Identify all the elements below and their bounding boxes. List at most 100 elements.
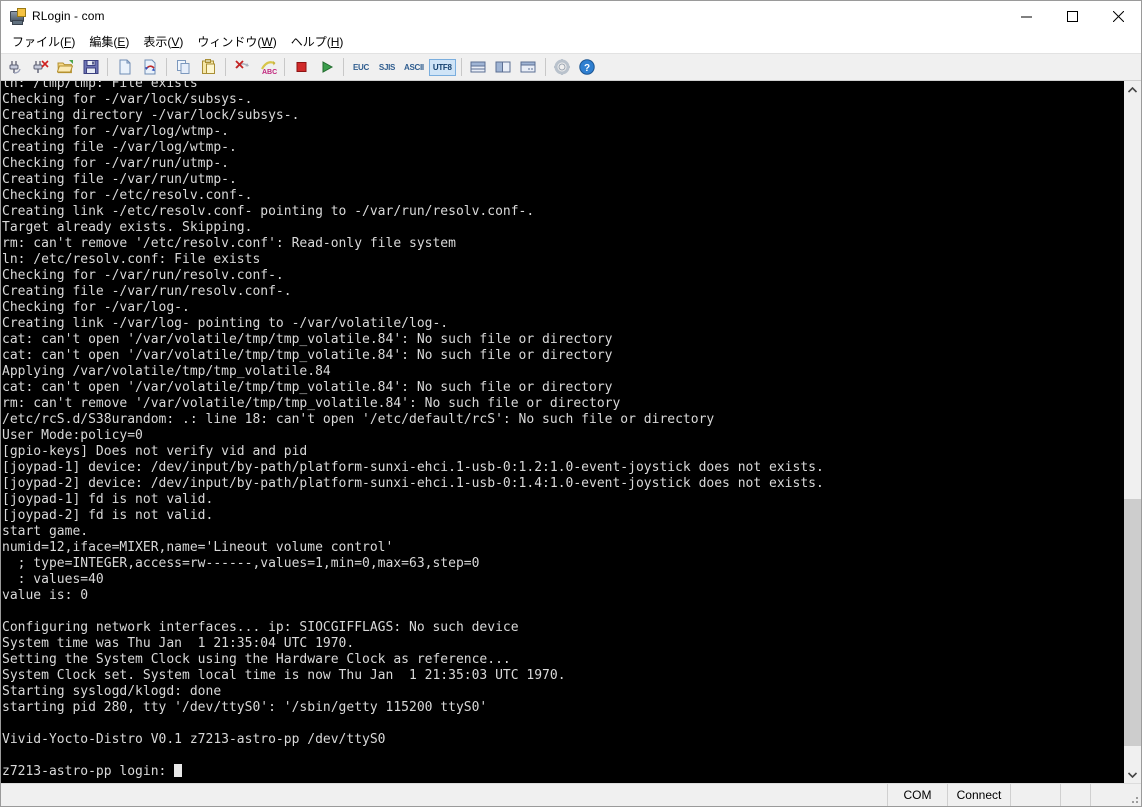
minimize-icon[interactable]: [1003, 1, 1049, 31]
terminal-line: /etc/rcS.d/S38urandom: .: line 18: can't…: [2, 412, 715, 427]
menu-edit[interactable]: 編集(E): [82, 31, 136, 52]
terminal-line: numid=12,iface=MIXER,name='Lineout volum…: [2, 540, 394, 555]
terminal-line: [joypad-1] device: /dev/input/by-path/pl…: [2, 460, 824, 475]
abc-macro-icon[interactable]: ABC: [256, 56, 279, 78]
svg-text:ABC: ABC: [262, 69, 277, 76]
status-blank-1: [1010, 784, 1060, 806]
connect-icon[interactable]: [4, 56, 27, 78]
terminal-line: [gpio-keys] Does not verify vid and pid: [2, 444, 308, 459]
close-icon[interactable]: [1095, 1, 1141, 31]
terminal-line: [joypad-2] fd is not valid.: [2, 508, 214, 523]
terminal-line: Creating link -/etc/resolv.conf- pointin…: [2, 204, 535, 219]
resize-grip-icon[interactable]: [1123, 784, 1141, 806]
toolbar-separator: [284, 58, 285, 76]
open-folder-icon[interactable]: [54, 56, 77, 78]
stop-icon[interactable]: [290, 56, 313, 78]
menu-file[interactable]: ファイル(F): [5, 31, 82, 52]
window-title: RLogin - com: [32, 9, 105, 23]
svg-text:?: ?: [584, 63, 590, 74]
status-connect[interactable]: Connect: [947, 784, 1010, 806]
toolbar-separator: [107, 58, 108, 76]
terminal-window-icon: [9, 8, 26, 25]
encoding-sjis-button[interactable]: SJIS: [375, 59, 399, 76]
terminal-line: cat: can't open '/var/volatile/tmp/tmp_v…: [2, 332, 613, 347]
reload-icon[interactable]: [138, 56, 161, 78]
terminal-line: ln: /etc/resolv.conf: File exists: [2, 252, 261, 267]
terminal-line: Checking for -/var/run/utmp-.: [2, 156, 229, 171]
terminal-line: Creating file -/var/run/resolv.conf-.: [2, 284, 292, 299]
terminal-line: rm: can't remove '/var/volatile/tmp/tmp_…: [2, 396, 621, 411]
terminal-line: Setting the System Clock using the Hardw…: [2, 652, 511, 667]
terminal-prompt-line: z7213-astro-pp login:: [2, 764, 1123, 780]
run-icon[interactable]: [315, 56, 338, 78]
toolbar-separator: [343, 58, 344, 76]
title-bar: RLogin - com: [1, 1, 1141, 31]
copy-icon[interactable]: [172, 56, 195, 78]
new-file-icon[interactable]: [113, 56, 136, 78]
help-icon[interactable]: ?: [576, 56, 599, 78]
disconnect-icon[interactable]: [29, 56, 52, 78]
menu-view-label: 表示(: [143, 35, 172, 49]
save-icon[interactable]: [79, 56, 102, 78]
terminal-line: Configuring network interfaces... ip: SI…: [2, 620, 519, 635]
terminal-area: ln: /tmp/tmp: File exists Checking for -/…: [1, 81, 1141, 783]
terminal-line: Checking for -/etc/resolv.conf-.: [2, 188, 253, 203]
terminal-line: Checking for -/var/run/resolv.conf-.: [2, 268, 284, 283]
terminal-output[interactable]: ln: /tmp/tmp: File exists Checking for -/…: [1, 81, 1123, 783]
menu-view[interactable]: 表示(V): [136, 31, 190, 52]
terminal-line: [joypad-1] fd is not valid.: [2, 492, 214, 507]
menu-edit-label: 編集(: [89, 35, 118, 49]
terminal-line: Checking for -/var/lock/subsys-.: [2, 92, 253, 107]
login-prompt-text: z7213-astro-pp login:: [2, 764, 175, 779]
toolbar: ABC EUC SJIS ASCII UTF8 ?: [1, 53, 1141, 81]
toolbar-separator: [460, 58, 462, 76]
terminal-line: Creating link -/var/log- pointing to -/v…: [2, 316, 449, 331]
maximize-icon[interactable]: [1049, 1, 1095, 31]
terminal-line: cat: can't open '/var/volatile/tmp/tmp_v…: [2, 380, 613, 395]
terminal-line: ; type=INTEGER,access=rw------,values=1,…: [2, 556, 480, 571]
terminal-line: System Clock set. System local time is n…: [2, 668, 566, 683]
terminal-line: ln: /tmp/tmp: File exists: [2, 81, 198, 91]
menu-window-mnemonic: W: [261, 35, 273, 49]
settings-gear-icon[interactable]: [551, 56, 574, 78]
terminal-line: Creating file -/var/log/wtmp-.: [2, 140, 237, 155]
menu-help[interactable]: ヘルプ(H): [284, 31, 351, 52]
clear-screen-icon[interactable]: [231, 56, 254, 78]
encoding-euc-button[interactable]: EUC: [349, 59, 373, 76]
terminal-line: cat: can't open '/var/volatile/tmp/tmp_v…: [2, 348, 613, 363]
terminal-line: Vivid-Yocto-Distro V0.1 z7213-astro-pp /…: [2, 732, 386, 747]
paste-icon[interactable]: [197, 56, 220, 78]
toolbar-separator: [544, 58, 546, 76]
encoding-utf8-button[interactable]: UTF8: [428, 58, 456, 76]
encoding-ascii-button[interactable]: ASCII: [401, 59, 427, 76]
status-bar: COM Connect: [1, 783, 1141, 806]
terminal-line: start game.: [2, 524, 89, 539]
toolbar-separator: [225, 58, 226, 76]
terminal-line: [joypad-2] device: /dev/input/by-path/pl…: [2, 476, 824, 491]
split-horizontal-icon[interactable]: [467, 56, 490, 78]
terminal-line: rm: can't remove '/etc/resolv.conf': Rea…: [2, 236, 456, 251]
scrollbar-thumb[interactable]: [1124, 498, 1141, 746]
pane-layout-icon[interactable]: [517, 56, 540, 78]
terminal-line: System time was Thu Jan 1 21:35:04 UTC 1…: [2, 636, 355, 651]
scroll-down-icon[interactable]: [1124, 766, 1141, 783]
terminal-line: Checking for -/var/log/wtmp-.: [2, 124, 229, 139]
toolbar-separator: [166, 58, 167, 76]
terminal-line: Applying /var/volatile/tmp/tmp_volatile.…: [2, 364, 331, 379]
terminal-line: Creating directory -/var/lock/subsys-.: [2, 108, 300, 123]
scroll-up-icon[interactable]: [1124, 81, 1141, 98]
scrollbar-track[interactable]: [1124, 98, 1141, 766]
terminal-line: Creating file -/var/run/utmp-.: [2, 172, 237, 187]
menu-bar: ファイル(F) 編集(E) 表示(V) ウィンドウ(W) ヘルプ(H): [1, 31, 1141, 53]
split-vertical-icon[interactable]: [492, 56, 515, 78]
vertical-scrollbar[interactable]: [1123, 81, 1141, 783]
terminal-line: User Mode:policy=0: [2, 428, 143, 443]
menu-window[interactable]: ウィンドウ(W): [190, 31, 283, 52]
terminal-line: starting pid 280, tty '/dev/ttyS0': '/sb…: [2, 700, 488, 715]
rlogin-window: RLogin - com ファイル(F) 編集(E) 表示(V) ウィンドウ(W…: [0, 0, 1142, 807]
status-blank-2: [1060, 784, 1090, 806]
status-blank-3: [1090, 784, 1123, 806]
status-com: COM: [887, 784, 947, 806]
